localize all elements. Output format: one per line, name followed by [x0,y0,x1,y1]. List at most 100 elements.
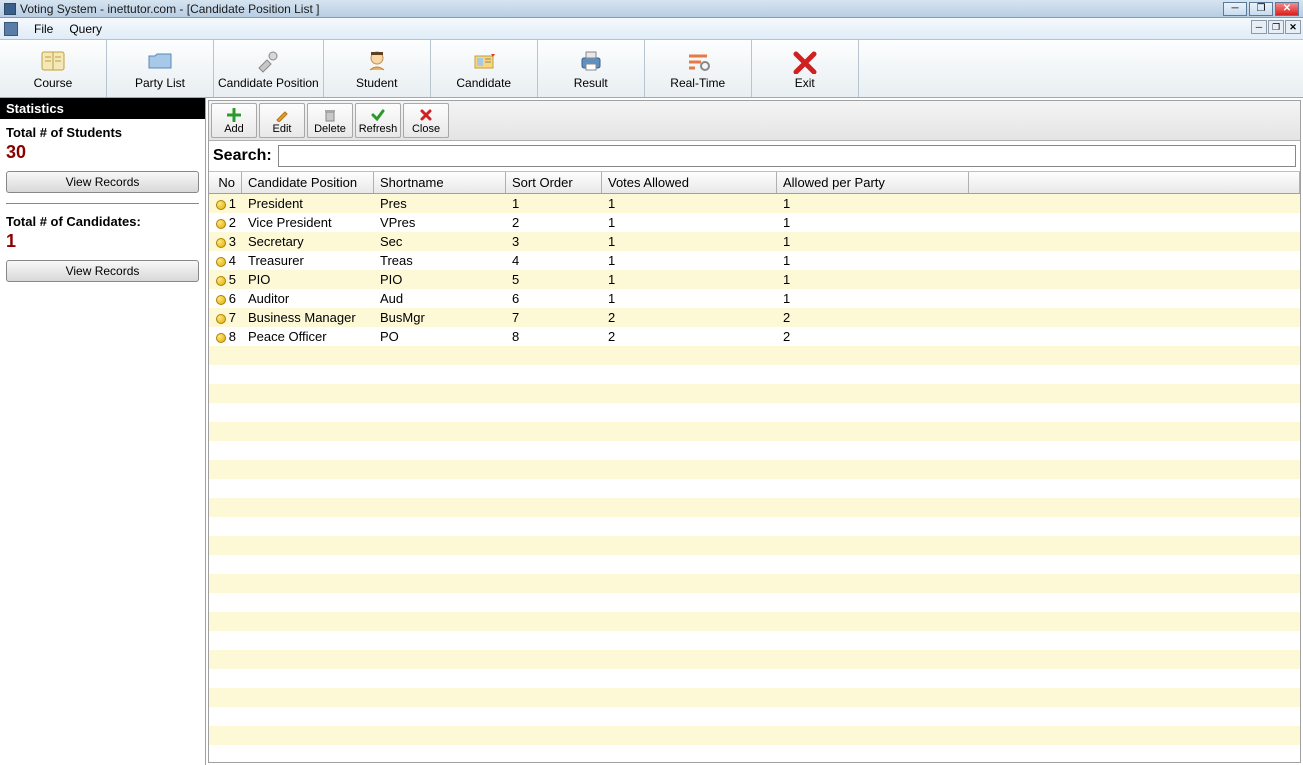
toolbar-candidate-position-button[interactable]: Candidate Position [214,40,324,97]
toolbar-realtime-label: Real-Time [670,76,725,90]
empty-row [209,460,1300,479]
toolbar-candidate-button[interactable]: Candidate [431,40,538,97]
row-bullet-icon [216,276,226,286]
cell-votes-allowed: 1 [602,196,777,211]
toolbar-student-button[interactable]: Student [324,40,431,97]
empty-row [209,688,1300,707]
column-header-sortorder[interactable]: Sort Order [506,172,602,193]
empty-row [209,441,1300,460]
row-bullet-icon [216,314,226,324]
cell-no: 2 [209,215,242,230]
table-row[interactable]: 8Peace OfficerPO822 [209,327,1300,346]
cell-position: Vice President [242,215,374,230]
book-icon [37,47,69,75]
menu-query[interactable]: Query [61,20,110,38]
window-close-button[interactable]: ✕ [1275,2,1299,16]
printer-icon [575,47,607,75]
cell-votes-allowed: 2 [602,329,777,344]
cell-shortname: PIO [374,272,506,287]
cell-sortorder: 3 [506,234,602,249]
window-minimize-button[interactable]: ─ [1223,2,1247,16]
view-students-records-button[interactable]: View Records [6,171,199,193]
cell-no: 6 [209,291,242,306]
window-title: Voting System - inettutor.com - [Candida… [20,2,1223,16]
total-candidates-label: Total # of Candidates: [0,208,205,231]
mdi-close-button[interactable]: ✕ [1285,20,1301,34]
column-header-allowed-per-party[interactable]: Allowed per Party [777,172,969,193]
column-header-position[interactable]: Candidate Position [242,172,374,193]
column-header-no[interactable]: No [209,172,242,193]
tools-icon [252,47,284,75]
cell-votes-allowed: 1 [602,253,777,268]
cell-position: Business Manager [242,310,374,325]
cell-no: 4 [209,253,242,268]
menu-file[interactable]: File [26,20,61,38]
window-maximize-button[interactable]: ❐ [1249,2,1273,16]
toolbar-course-button[interactable]: Course [0,40,107,97]
trash-icon [323,107,337,123]
column-header-votes-allowed[interactable]: Votes Allowed [602,172,777,193]
empty-row [209,707,1300,726]
cell-position: Secretary [242,234,374,249]
toolbar-exit-button[interactable]: Exit [752,40,859,97]
edit-button[interactable]: Edit [259,103,305,138]
column-header-shortname[interactable]: Shortname [374,172,506,193]
search-input[interactable] [278,145,1296,167]
row-bullet-icon [216,219,226,229]
exit-icon [789,47,821,75]
refresh-button[interactable]: Refresh [355,103,401,138]
main-toolbar: Course Party List Candidate Position Stu… [0,40,1303,98]
grid-header-row: No Candidate Position Shortname Sort Ord… [209,172,1300,194]
mdi-minimize-button[interactable]: ─ [1251,20,1267,34]
table-row[interactable]: 5PIOPIO511 [209,270,1300,289]
pencil-icon [275,107,289,123]
cell-no: 1 [209,196,242,211]
cell-sortorder: 2 [506,215,602,230]
cell-position: Peace Officer [242,329,374,344]
statistics-sidebar: Statistics Total # of Students 30 View R… [0,98,206,765]
cell-allowed-per-party: 1 [777,291,969,306]
row-bullet-icon [216,295,226,305]
empty-row [209,593,1300,612]
empty-row [209,479,1300,498]
table-row[interactable]: 3SecretarySec311 [209,232,1300,251]
toolbar-partylist-button[interactable]: Party List [107,40,214,97]
cell-votes-allowed: 1 [602,234,777,249]
cell-allowed-per-party: 1 [777,196,969,211]
cell-allowed-per-party: 1 [777,272,969,287]
empty-row [209,536,1300,555]
cell-sortorder: 4 [506,253,602,268]
total-candidates-value: 1 [0,231,205,258]
view-candidates-records-button[interactable]: View Records [6,260,199,282]
toolbar-course-label: Course [34,76,73,90]
cell-allowed-per-party: 1 [777,215,969,230]
add-button[interactable]: Add [211,103,257,138]
cell-votes-allowed: 1 [602,291,777,306]
cell-shortname: Aud [374,291,506,306]
empty-row [209,403,1300,422]
cell-sortorder: 5 [506,272,602,287]
cell-shortname: Treas [374,253,506,268]
table-row[interactable]: 1PresidentPres111 [209,194,1300,213]
cell-shortname: VPres [374,215,506,230]
table-row[interactable]: 2Vice PresidentVPres211 [209,213,1300,232]
empty-row [209,384,1300,403]
position-grid[interactable]: No Candidate Position Shortname Sort Ord… [209,172,1300,762]
cell-allowed-per-party: 1 [777,253,969,268]
cell-sortorder: 7 [506,310,602,325]
table-row[interactable]: 7Business ManagerBusMgr722 [209,308,1300,327]
cell-shortname: BusMgr [374,310,506,325]
empty-row [209,422,1300,441]
cell-allowed-per-party: 2 [777,329,969,344]
mdi-restore-button[interactable]: ❐ [1268,20,1284,34]
toolbar-realtime-button[interactable]: Real-Time [645,40,752,97]
empty-row [209,745,1300,762]
toolbar-candidate-position-label: Candidate Position [218,76,319,90]
total-students-label: Total # of Students [0,119,205,142]
table-row[interactable]: 4TreasurerTreas411 [209,251,1300,270]
delete-button[interactable]: Delete [307,103,353,138]
toolbar-result-button[interactable]: Result [538,40,645,97]
close-button[interactable]: Close [403,103,449,138]
toolbar-partylist-label: Party List [135,76,185,90]
table-row[interactable]: 6AuditorAud611 [209,289,1300,308]
